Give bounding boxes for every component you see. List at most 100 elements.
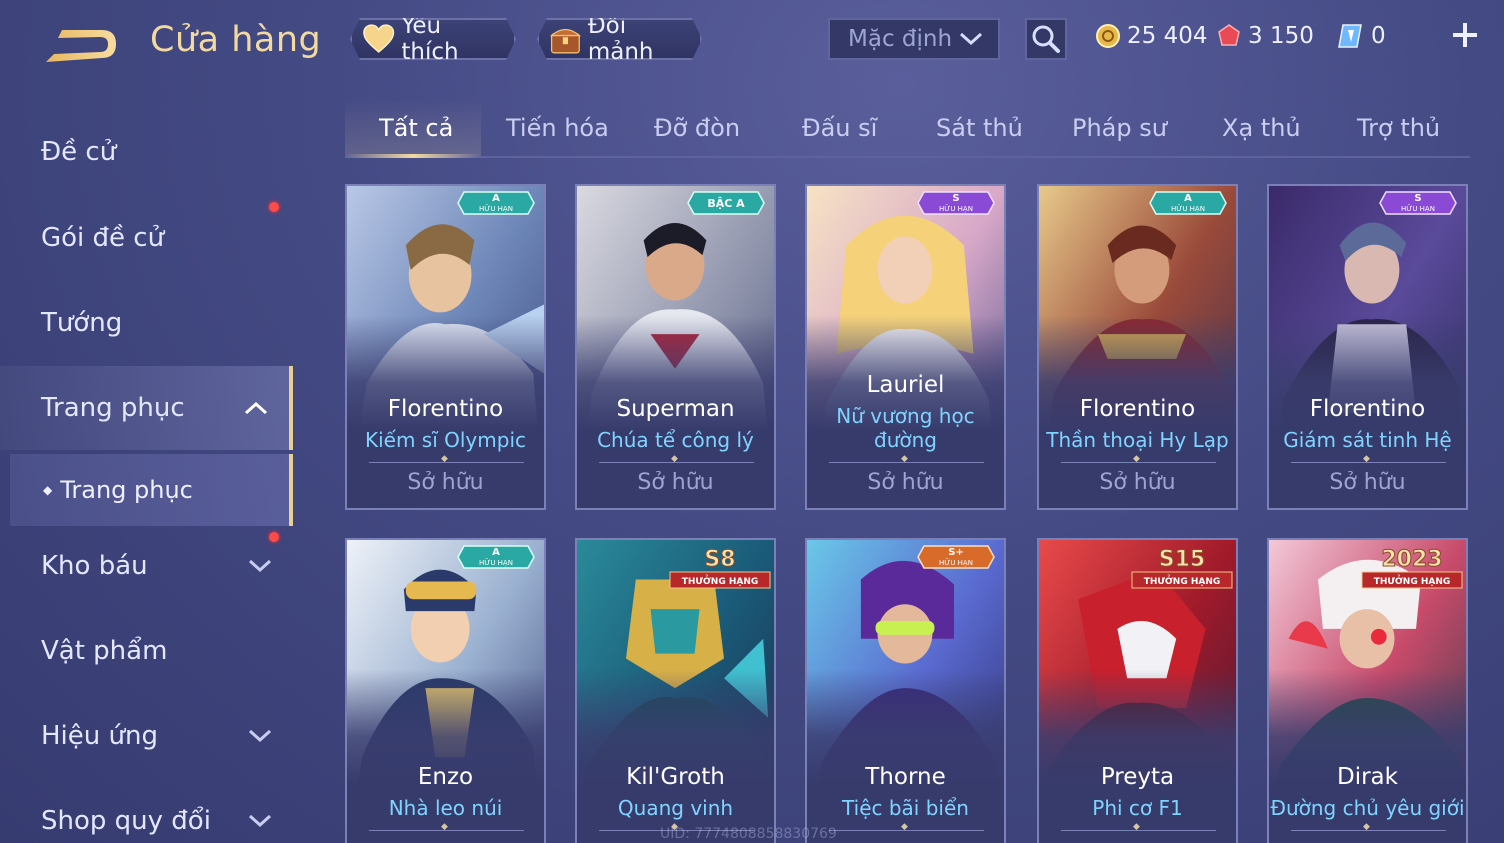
skin-card[interactable]: BẬC A Superman Chúa tể công lý Sở hữu — [575, 184, 776, 510]
sidebar-item-heroes[interactable]: Tướng — [0, 283, 293, 363]
skin-name: Giám sát tinh Hệ — [1283, 428, 1452, 452]
sidebar-item-label: Shop quy đổi — [41, 806, 211, 836]
gold-amount: 25 404 — [1127, 23, 1208, 49]
active-tab-indicator — [345, 154, 481, 158]
heart-icon — [362, 23, 395, 55]
sidebar-item-recommended[interactable]: Đề cử — [0, 112, 293, 192]
card-divider — [1291, 454, 1446, 464]
sort-value: Mặc định — [848, 26, 953, 52]
card-divider — [1061, 454, 1216, 464]
owned-status: Sở hữu — [637, 470, 714, 495]
sidebar-item-label: Vật phẩm — [41, 636, 168, 666]
chevron-down-icon — [959, 32, 983, 46]
svg-text:S: S — [952, 193, 959, 204]
skin-card[interactable]: S8 THƯỞNG HẠNG Kil'Groth Quang vinh — [575, 538, 776, 843]
tier-badge: A HỮU HẠN — [457, 191, 535, 215]
chevron-down-icon — [248, 559, 272, 573]
sidebar-item-items[interactable]: Vật phẩm — [0, 611, 293, 691]
svg-text:HỮU HẠN: HỮU HẠN — [939, 558, 973, 567]
top-bar: Cửa hàng Yêu thích Đổi mảnh Mặc định 25 — [0, 0, 1504, 80]
skin-card[interactable]: S HỮU HẠN Lauriel Nữ vương học đường Sở … — [805, 184, 1006, 510]
rank-reward-badge: S15 THƯỞNG HẠNG — [1131, 547, 1233, 589]
tab-support[interactable]: Trợ thủ — [1357, 114, 1440, 142]
skin-card[interactable]: 2023 THƯỞNG HẠNG Dirak Đường chủ yêu giớ… — [1267, 538, 1468, 843]
chevron-down-icon — [248, 729, 272, 743]
tier-badge: S HỮU HẠN — [917, 191, 995, 215]
skin-card[interactable]: A HỮU HẠN Enzo Nhà leo núi — [345, 538, 546, 843]
sidebar-item-label: Trang phục — [41, 393, 185, 423]
role-tabs: Tất cả Tiến hóa Đỡ đòn Đấu sĩ Sát thủ Ph… — [345, 100, 1470, 158]
sidebar-item-effects[interactable]: Hiệu ứng — [0, 696, 293, 776]
skin-card[interactable]: A HỮU HẠN Florentino Thần thoại Hy Lạp S… — [1037, 184, 1238, 510]
skin-name: Phi cơ F1 — [1092, 796, 1183, 820]
tier-badge: S HỮU HẠN — [1379, 191, 1457, 215]
tier-badge: A HỮU HẠN — [457, 545, 535, 569]
tab-fighter[interactable]: Đấu sĩ — [802, 114, 877, 142]
back-arrow-icon — [46, 30, 116, 62]
svg-text:S: S — [1414, 193, 1421, 204]
skin-name: Đường chủ yêu giới — [1270, 796, 1465, 820]
card-divider — [829, 454, 984, 464]
shard-exchange-label: Đổi mảnh — [587, 13, 654, 65]
owned-status: Sở hữu — [867, 470, 944, 495]
sidebar-item-exchange-shop[interactable]: Shop quy đổi — [0, 781, 293, 843]
svg-text:HỮU HẠN: HỮU HẠN — [1171, 204, 1205, 213]
hero-name: Enzo — [417, 764, 474, 790]
hero-name: Dirak — [1337, 764, 1398, 790]
svg-text:S8: S8 — [704, 547, 735, 572]
skin-card[interactable]: S HỮU HẠN Florentino Giám sát tinh Hệ Sở… — [1267, 184, 1468, 510]
skin-card[interactable]: S15 THƯỞNG HẠNG Preyta Phi cơ F1 — [1037, 538, 1238, 843]
shard-exchange-button[interactable]: Đổi mảnh — [537, 18, 702, 60]
tab-evolution[interactable]: Tiến hóa — [506, 114, 609, 142]
sidebar-item-treasure[interactable]: Kho báu — [0, 526, 293, 606]
back-button[interactable] — [40, 22, 120, 66]
owned-status: Sở hữu — [1099, 470, 1176, 495]
svg-text:A: A — [1184, 193, 1192, 204]
sidebar-subitem-label: Trang phục — [60, 476, 193, 504]
svg-text:A: A — [492, 193, 500, 204]
tab-marksman[interactable]: Xạ thủ — [1222, 114, 1301, 142]
sidebar-subitem-skins[interactable]: ◆ Trang phục — [10, 454, 293, 526]
favorite-button[interactable]: Yêu thích — [350, 18, 516, 60]
tab-tank[interactable]: Đỡ đòn — [654, 114, 740, 142]
sidebar-item-skins[interactable]: Trang phục — [0, 366, 293, 450]
hero-name: Preyta — [1100, 764, 1175, 790]
gold-currency: 25 404 — [1095, 18, 1207, 54]
svg-text:HỮU HẠN: HỮU HẠN — [1401, 204, 1435, 213]
sidebar-item-label: Hiệu ứng — [41, 721, 158, 751]
uid-watermark: UID: 7774808858830769 — [660, 826, 837, 842]
svg-text:HỮU HẠN: HỮU HẠN — [479, 558, 513, 567]
rank-reward-badge: 2023 THƯỞNG HẠNG — [1361, 547, 1463, 589]
tier-badge: A HỮU HẠN — [1149, 191, 1227, 215]
add-currency-button[interactable] — [1448, 18, 1482, 52]
svg-text:BẬC A: BẬC A — [707, 197, 745, 210]
hero-name: Superman — [616, 396, 735, 422]
card-divider — [599, 454, 754, 464]
treasure-chest-icon — [549, 21, 582, 57]
card-divider — [369, 454, 524, 464]
tier-badge: S+ HỮU HẠN — [917, 545, 995, 569]
sort-dropdown[interactable]: Mặc định — [828, 18, 1000, 60]
sidebar-item-bundles[interactable]: Gói đề cử — [0, 198, 293, 278]
card-divider — [369, 822, 524, 832]
sidebar-item-label: Gói đề cử — [41, 223, 165, 253]
search-button[interactable] — [1025, 18, 1067, 60]
skin-card[interactable]: A HỮU HẠN Florentino Kiếm sĩ Olympic Sở … — [345, 184, 546, 510]
tab-all[interactable]: Tất cả — [379, 114, 453, 142]
sidebar-item-label: Kho báu — [41, 551, 148, 581]
skin-name: Chúa tể công lý — [597, 428, 754, 452]
svg-text:S+: S+ — [948, 547, 964, 558]
svg-text:A: A — [492, 547, 500, 558]
skin-card[interactable]: S+ HỮU HẠN Thorne Tiệc bãi biển — [805, 538, 1006, 843]
search-icon — [1032, 25, 1060, 53]
skin-name: Nhà leo núi — [388, 796, 503, 820]
tier-badge: BẬC A — [687, 191, 765, 215]
svg-text:HỮU HẠN: HỮU HẠN — [479, 204, 513, 213]
voucher-amount: 0 — [1371, 23, 1386, 49]
tab-assassin[interactable]: Sát thủ — [936, 114, 1023, 142]
skin-name: Tiệc bãi biển — [842, 796, 969, 820]
page-title: Cửa hàng — [150, 20, 322, 60]
diamond-bullet-icon: ◆ — [43, 483, 53, 497]
skin-name: Kiếm sĩ Olympic — [364, 428, 526, 452]
tab-mage[interactable]: Pháp sư — [1072, 114, 1167, 142]
